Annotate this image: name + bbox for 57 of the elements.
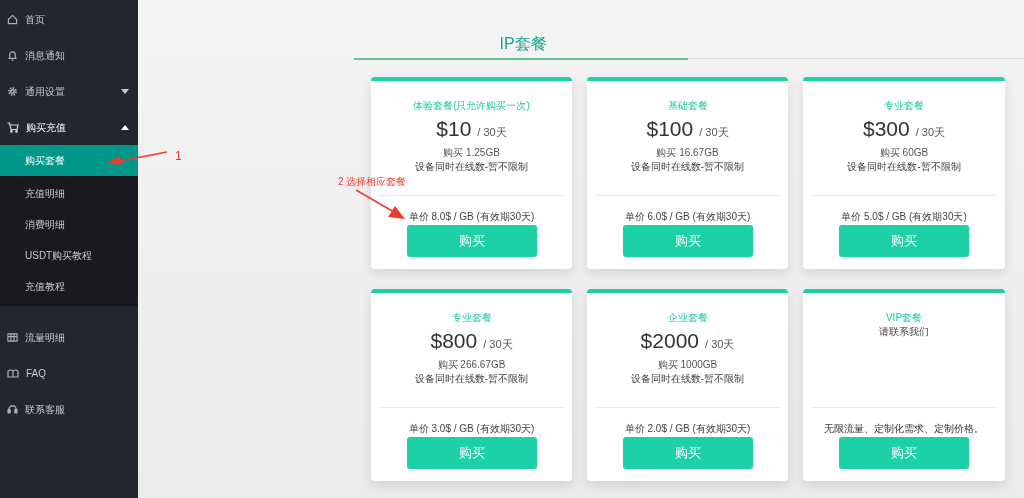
traffic-amount: 购买 60GB <box>879 146 929 160</box>
unit-price: 单价 6.0$ / GB (有效期30天) <box>624 210 751 223</box>
sidebar-item[interactable]: 消息通知 <box>0 37 138 73</box>
device-limit: 设备同时在线数-暂不限制 <box>847 160 961 174</box>
plan-name: VIP套餐 <box>885 311 923 325</box>
annotation-arrow <box>354 188 406 220</box>
page-title: IP套餐 <box>499 34 547 54</box>
unit-price: 单价 3.0$ / GB (有效期30天) <box>408 422 535 435</box>
bell-icon <box>7 49 18 61</box>
plan-price: $800 <box>430 328 478 354</box>
plan-price: $300 <box>862 116 910 142</box>
cart-icon <box>7 121 19 133</box>
sidebar-item[interactable]: 联系客服 <box>0 391 138 427</box>
book-icon <box>7 367 19 379</box>
gear-icon <box>7 85 18 97</box>
annotation-label: 2 选择相应套餐 <box>338 175 407 189</box>
device-limit: 设备同时在线数-暂不限制 <box>630 160 745 174</box>
plan-name: 体验套餐(只允许购买一次) <box>413 99 530 113</box>
annotation-label: 1 <box>175 148 182 165</box>
contact-note: 请联系我们 <box>879 325 929 339</box>
table-icon <box>7 331 18 343</box>
sidebar-item[interactable]: 购买充值 <box>0 109 138 145</box>
plan-name: 专业套餐 <box>451 311 492 325</box>
sidebar-item[interactable]: 通用设置 <box>0 73 138 109</box>
plan-period: / 30天 <box>915 125 946 140</box>
plan-name: 基础套餐 <box>667 99 708 113</box>
submenu-item[interactable]: USDT购买教程 <box>0 240 138 271</box>
plan-name: 企业套餐 <box>667 311 708 325</box>
annotation-arrow <box>106 150 168 166</box>
traffic-amount: 购买 266.67GB <box>437 358 506 372</box>
unit-price: 单价 2.0$ / GB (有效期30天) <box>624 422 751 435</box>
sidebar-item[interactable]: 首页 <box>0 1 138 37</box>
plan-period: / 30天 <box>483 337 513 352</box>
plan-name: 专业套餐 <box>884 99 924 113</box>
device-limit: 设备同时在线数-暂不限制 <box>414 160 529 174</box>
device-limit: 设备同时在线数-暂不限制 <box>630 372 745 386</box>
sidebar-item[interactable]: 流量明细 <box>0 319 138 355</box>
plan-period: / 30天 <box>699 125 729 140</box>
submenu-item[interactable]: 充值明细 <box>0 178 138 209</box>
plan-description: 无限流量、定制化需求、定制价格。 <box>824 422 984 435</box>
submenu-item[interactable]: 充值教程 <box>0 271 138 302</box>
traffic-amount: 购买 1.25GB <box>443 146 500 160</box>
home-icon <box>7 13 18 25</box>
submenu-item[interactable]: 消费明细 <box>0 209 138 240</box>
unit-price: 单价 8.0$ / GB (有效期30天) <box>408 210 535 223</box>
plan-period: / 30天 <box>477 125 507 140</box>
traffic-amount: 购买 16.67GB <box>656 146 719 160</box>
plan-period: / 30天 <box>705 337 735 352</box>
sidebar-item[interactable]: FAQ <box>0 355 138 391</box>
plan-price: $100 <box>646 116 694 142</box>
unit-price: 单价 5.0$ / GB (有效期30天) <box>841 210 967 223</box>
plan-price: $10 <box>436 116 472 142</box>
headset-icon <box>7 403 18 415</box>
device-limit: 设备同时在线数-暂不限制 <box>414 372 529 386</box>
submenu-item[interactable]: 购买套餐 <box>0 145 138 176</box>
traffic-amount: 购买 1000GB <box>657 358 718 372</box>
plan-price: $2000 <box>640 328 699 354</box>
